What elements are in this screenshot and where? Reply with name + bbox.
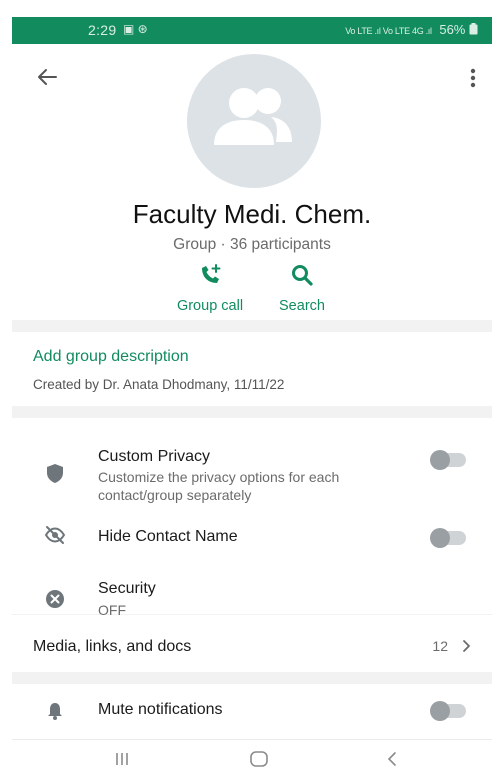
security-row[interactable]: Security OFF — [12, 564, 492, 618]
group-description-section: Add group description Created by Dr. Ana… — [12, 332, 492, 406]
group-call-label: Group call — [176, 298, 244, 314]
media-links-docs-row[interactable]: Media, links, and docs 12 — [12, 615, 492, 672]
status-time: 2:29 — [88, 22, 117, 38]
search-label: Search — [279, 298, 325, 314]
eye-off-icon — [44, 526, 66, 544]
group-participants: Group · 36 participants — [173, 236, 331, 253]
chevron-right-icon — [463, 640, 470, 652]
home-icon[interactable] — [248, 748, 270, 770]
group-call-button[interactable]: Group call — [168, 262, 252, 314]
back-nav-icon[interactable] — [384, 748, 400, 770]
battery-icon — [469, 23, 478, 35]
group-header: Faculty Medi. Chem. Group · 36 participa… — [12, 44, 492, 320]
bell-icon — [48, 703, 62, 720]
screen-frame: 2:29 ▣ ⊛ Vo LTE .ıl Vo LTE 4G .ıl 56% Fa… — [12, 17, 492, 778]
add-description-link[interactable]: Add group description — [33, 348, 189, 366]
privacy-settings-section: Custom Privacy Customize the privacy opt… — [12, 418, 492, 618]
status-bar: 2:29 ▣ ⊛ Vo LTE .ıl Vo LTE 4G .ıl 56% — [12, 17, 492, 44]
shield-icon — [47, 464, 63, 483]
back-arrow-icon[interactable] — [34, 64, 60, 90]
battery-level: 56% — [439, 22, 466, 37]
notification-icons: ▣ ⊛ — [123, 22, 148, 36]
recent-apps-icon[interactable] — [112, 748, 132, 770]
close-circle-icon — [46, 590, 64, 608]
custom-privacy-toggle[interactable] — [430, 450, 466, 470]
custom-privacy-row[interactable]: Custom Privacy Customize the privacy opt… — [12, 418, 492, 503]
search-button[interactable]: Search — [270, 262, 334, 314]
status-right: Vo LTE .ıl Vo LTE 4G .ıl 56% — [345, 22, 478, 37]
group-name: Faculty Medi. Chem. — [132, 199, 372, 229]
custom-privacy-title: Custom Privacy — [98, 448, 211, 465]
created-by-text: Created by Dr. Anata Dhodmany, 11/11/22 — [33, 377, 285, 392]
group-people-icon — [214, 88, 292, 145]
add-call-icon — [202, 264, 221, 283]
mute-notifications-row[interactable]: Mute notifications — [12, 684, 492, 744]
search-icon — [292, 265, 313, 286]
hide-contact-name-row[interactable]: Hide Contact Name — [12, 514, 492, 562]
media-links-docs-label: Media, links, and docs — [33, 638, 192, 655]
media-count: 12 — [432, 638, 448, 654]
mute-notifications-title: Mute notifications — [98, 701, 223, 718]
custom-privacy-subtitle: Customize the privacy options for each c… — [98, 469, 340, 503]
hide-contact-name-toggle[interactable] — [430, 528, 466, 548]
system-nav-bar — [12, 739, 492, 778]
more-options-icon[interactable] — [468, 66, 478, 90]
hide-contact-name-title: Hide Contact Name — [98, 528, 238, 545]
mute-notifications-toggle[interactable] — [430, 701, 466, 721]
group-avatar[interactable] — [187, 54, 321, 188]
network-indicator: Vo LTE .ıl Vo LTE 4G .ıl — [345, 26, 432, 36]
security-title: Security — [98, 580, 156, 597]
